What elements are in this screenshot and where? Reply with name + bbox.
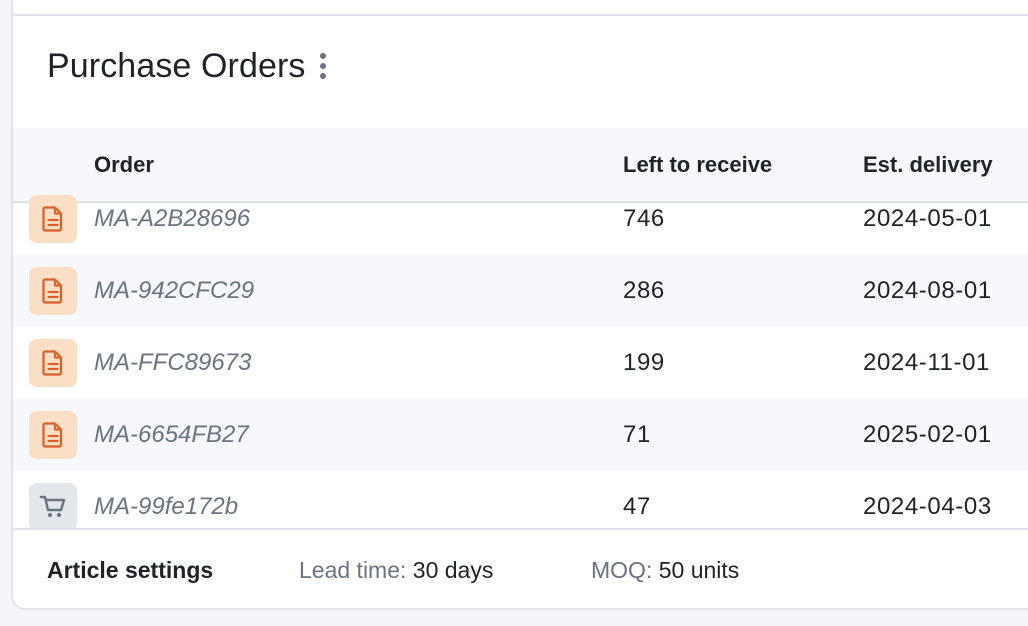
left-to-receive: 47 bbox=[623, 493, 651, 520]
document-icon bbox=[29, 411, 77, 459]
column-header-left-to-receive[interactable]: Left to receive bbox=[623, 152, 772, 178]
left-to-receive: 199 bbox=[623, 349, 665, 376]
table-row[interactable]: MA-A2B28696 746 2024-05-01 bbox=[13, 183, 1028, 255]
lead-time-label: Lead time: bbox=[299, 557, 407, 583]
order-id[interactable]: MA-FFC89673 bbox=[94, 349, 251, 377]
est-delivery: 2024-04-03 bbox=[863, 493, 992, 520]
kebab-vertical-icon[interactable] bbox=[318, 51, 328, 81]
lead-time-value: 30 days bbox=[412, 557, 494, 583]
order-id[interactable]: MA-99fe172b bbox=[94, 493, 238, 521]
document-icon bbox=[29, 195, 77, 243]
document-icon bbox=[29, 267, 77, 315]
panel-title: Purchase Orders bbox=[47, 46, 306, 85]
est-delivery: 2024-05-01 bbox=[863, 205, 992, 232]
order-id[interactable]: MA-942CFC29 bbox=[94, 277, 254, 305]
moq-label: MOQ: bbox=[591, 557, 653, 583]
document-icon bbox=[29, 339, 77, 387]
est-delivery: 2024-11-01 bbox=[863, 349, 990, 376]
order-id[interactable]: MA-6654FB27 bbox=[94, 421, 249, 449]
table-row[interactable]: MA-FFC89673 199 2024-11-01 bbox=[13, 327, 1028, 399]
top-divider bbox=[13, 14, 1028, 16]
column-header-est-delivery[interactable]: Est. delivery bbox=[863, 152, 993, 178]
est-delivery: 2025-02-01 bbox=[863, 421, 992, 448]
table-row[interactable]: MA-99fe172b 47 2024-04-03 bbox=[13, 471, 1028, 528]
orders-table: Order Left to receive Est. delivery MA-A… bbox=[13, 128, 1028, 528]
article-settings-footer: Article settings Lead time: 30 days MOQ:… bbox=[13, 528, 1028, 608]
est-delivery: 2024-08-01 bbox=[863, 277, 992, 304]
panel-header: Purchase Orders bbox=[47, 44, 328, 88]
lead-time-setting[interactable]: Lead time: 30 days bbox=[299, 557, 493, 584]
article-settings-label: Article settings bbox=[47, 557, 214, 583]
moq-value: 50 units bbox=[658, 557, 740, 583]
table-row[interactable]: MA-6654FB27 71 2025-02-01 bbox=[13, 399, 1028, 471]
moq-setting[interactable]: MOQ: 50 units bbox=[591, 557, 739, 584]
order-id[interactable]: MA-A2B28696 bbox=[94, 205, 250, 233]
column-header-order[interactable]: Order bbox=[94, 152, 154, 178]
cart-icon bbox=[29, 483, 77, 528]
table-row[interactable]: MA-942CFC29 286 2024-08-01 bbox=[13, 255, 1028, 327]
left-to-receive: 286 bbox=[623, 277, 665, 304]
left-to-receive: 746 bbox=[623, 205, 665, 232]
left-to-receive: 71 bbox=[623, 421, 651, 448]
purchase-orders-panel: Purchase Orders Order Left to receive Es… bbox=[11, 0, 1028, 610]
